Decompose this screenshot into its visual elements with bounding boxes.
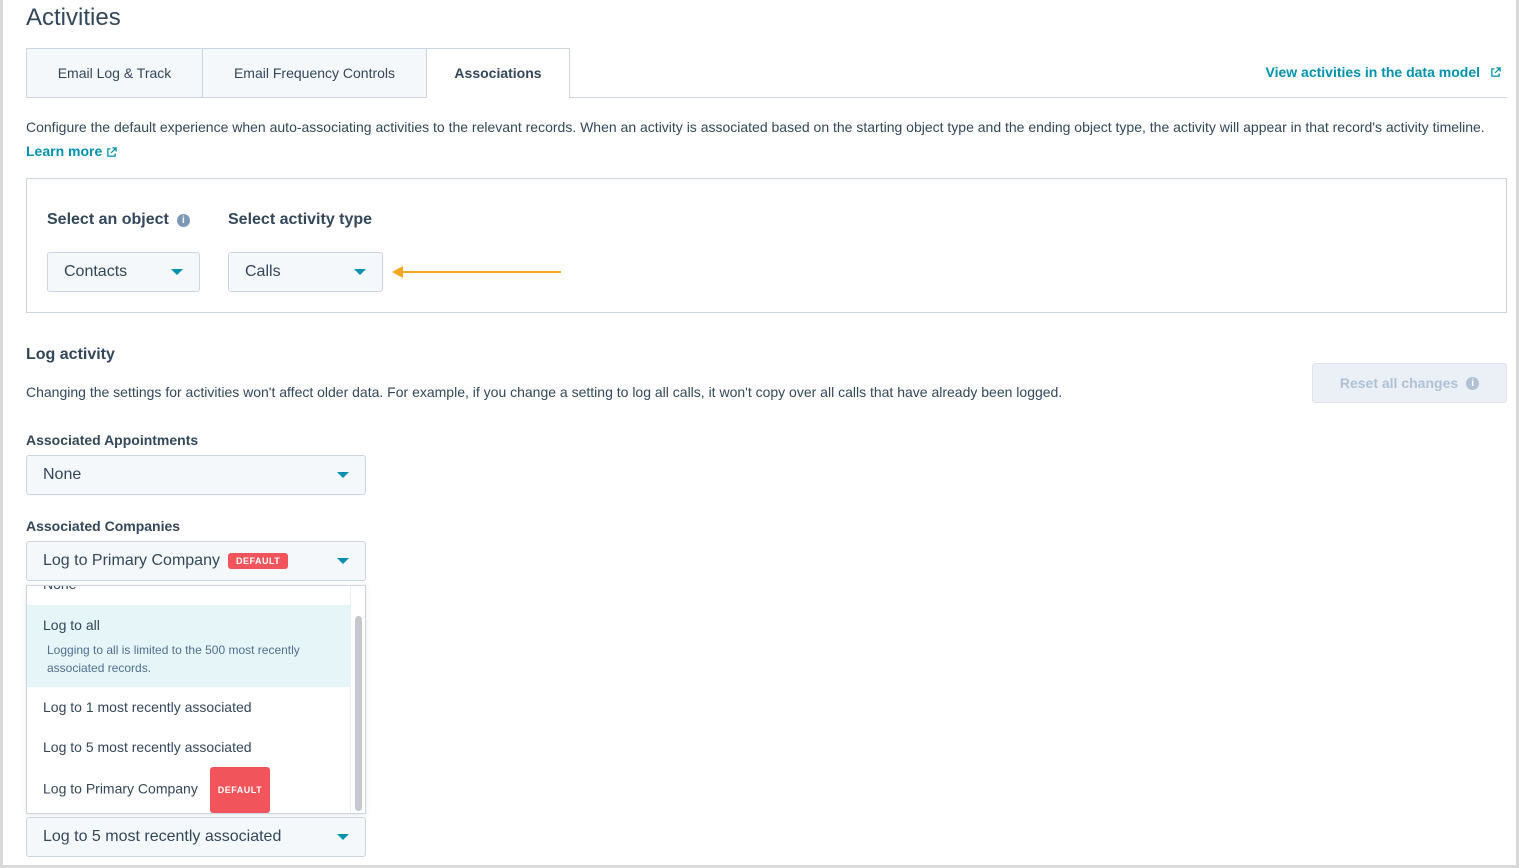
- caret-down-icon: [337, 472, 349, 478]
- tab-bar: Email Log & Track Email Frequency Contro…: [26, 48, 570, 98]
- associated-companies-label: Associated Companies: [26, 518, 181, 534]
- menu-option-log-to-all[interactable]: Log to all Logging to all is limited to …: [27, 605, 351, 687]
- caret-down-icon: [354, 269, 366, 275]
- annotation-arrow-icon: [392, 266, 561, 278]
- info-icon[interactable]: i: [176, 213, 190, 227]
- associated-companies-value: Log to Primary Company: [43, 552, 220, 569]
- caret-down-icon: [337, 834, 349, 840]
- default-badge: DEFAULT: [227, 553, 289, 569]
- select-activity-type-text: Select activity type: [228, 211, 373, 228]
- associated-records-value: Log to 5 most recently associated: [43, 828, 282, 845]
- view-data-model-link[interactable]: View activities in the data model: [1266, 64, 1501, 80]
- info-icon: i: [1466, 376, 1480, 390]
- associated-companies-menu: None Log to all Logging to all is limite…: [26, 585, 366, 814]
- associated-companies-dropdown[interactable]: Log to Primary Company DEFAULT: [26, 541, 366, 581]
- menu-option-log-to-5-recent[interactable]: Log to 5 most recently associated: [27, 727, 351, 767]
- select-activity-type-label: Select activity type: [228, 211, 372, 229]
- object-dropdown-value: Contacts: [64, 263, 128, 280]
- log-activity-description: Changing the settings for activities won…: [26, 384, 1063, 400]
- learn-more-label: Learn more: [26, 143, 103, 159]
- tab-divider: [569, 97, 1507, 98]
- menu-option-log-to-primary-company[interactable]: Log to Primary Company DEFAULT: [27, 767, 351, 813]
- external-link-icon: [107, 147, 117, 157]
- menu-option-log-to-1-recent[interactable]: Log to 1 most recently associated: [27, 687, 351, 727]
- associations-description: Configure the default experience when au…: [26, 115, 1506, 163]
- select-object-text: Select an object: [47, 211, 169, 228]
- menu-scrollbar-thumb[interactable]: [355, 616, 362, 811]
- log-activity-title: Log activity: [26, 346, 115, 363]
- associated-appointments-dropdown[interactable]: None: [26, 455, 366, 495]
- view-data-model-label: View activities in the data model: [1265, 64, 1480, 80]
- activity-type-dropdown-value: Calls: [245, 263, 281, 280]
- external-link-icon: [1491, 66, 1501, 77]
- menu-option-help-text: Logging to all is limited to the 500 mos…: [47, 643, 300, 675]
- caret-down-icon: [171, 269, 183, 275]
- caret-down-icon: [337, 558, 349, 564]
- page-title: Activities: [26, 4, 121, 31]
- object-selector-panel: Select an object i Select activity type …: [26, 178, 1507, 313]
- tab-email-log-track[interactable]: Email Log & Track: [26, 48, 203, 98]
- associated-records-dropdown[interactable]: Log to 5 most recently associated: [26, 817, 366, 857]
- menu-option-label: Log to all: [43, 617, 100, 633]
- description-text: Configure the default experience when au…: [26, 119, 1485, 135]
- learn-more-link[interactable]: Learn more: [26, 143, 117, 159]
- tab-associations[interactable]: Associations: [426, 48, 570, 98]
- select-object-label: Select an object i: [47, 211, 190, 229]
- reset-all-changes-button[interactable]: Reset all changes i: [1312, 363, 1507, 403]
- associated-appointments-label: Associated Appointments: [26, 432, 199, 448]
- associated-appointments-value: None: [43, 466, 82, 483]
- default-badge: DEFAULT: [209, 767, 271, 813]
- menu-scrollbar[interactable]: [350, 586, 365, 813]
- tab-email-frequency-controls[interactable]: Email Frequency Controls: [202, 48, 427, 98]
- object-dropdown[interactable]: Contacts: [47, 252, 200, 292]
- menu-option-none[interactable]: None: [27, 586, 351, 593]
- menu-option-label: Log to Primary Company: [43, 780, 198, 797]
- reset-all-changes-label: Reset all changes: [1339, 375, 1459, 391]
- activity-type-dropdown[interactable]: Calls: [228, 252, 383, 292]
